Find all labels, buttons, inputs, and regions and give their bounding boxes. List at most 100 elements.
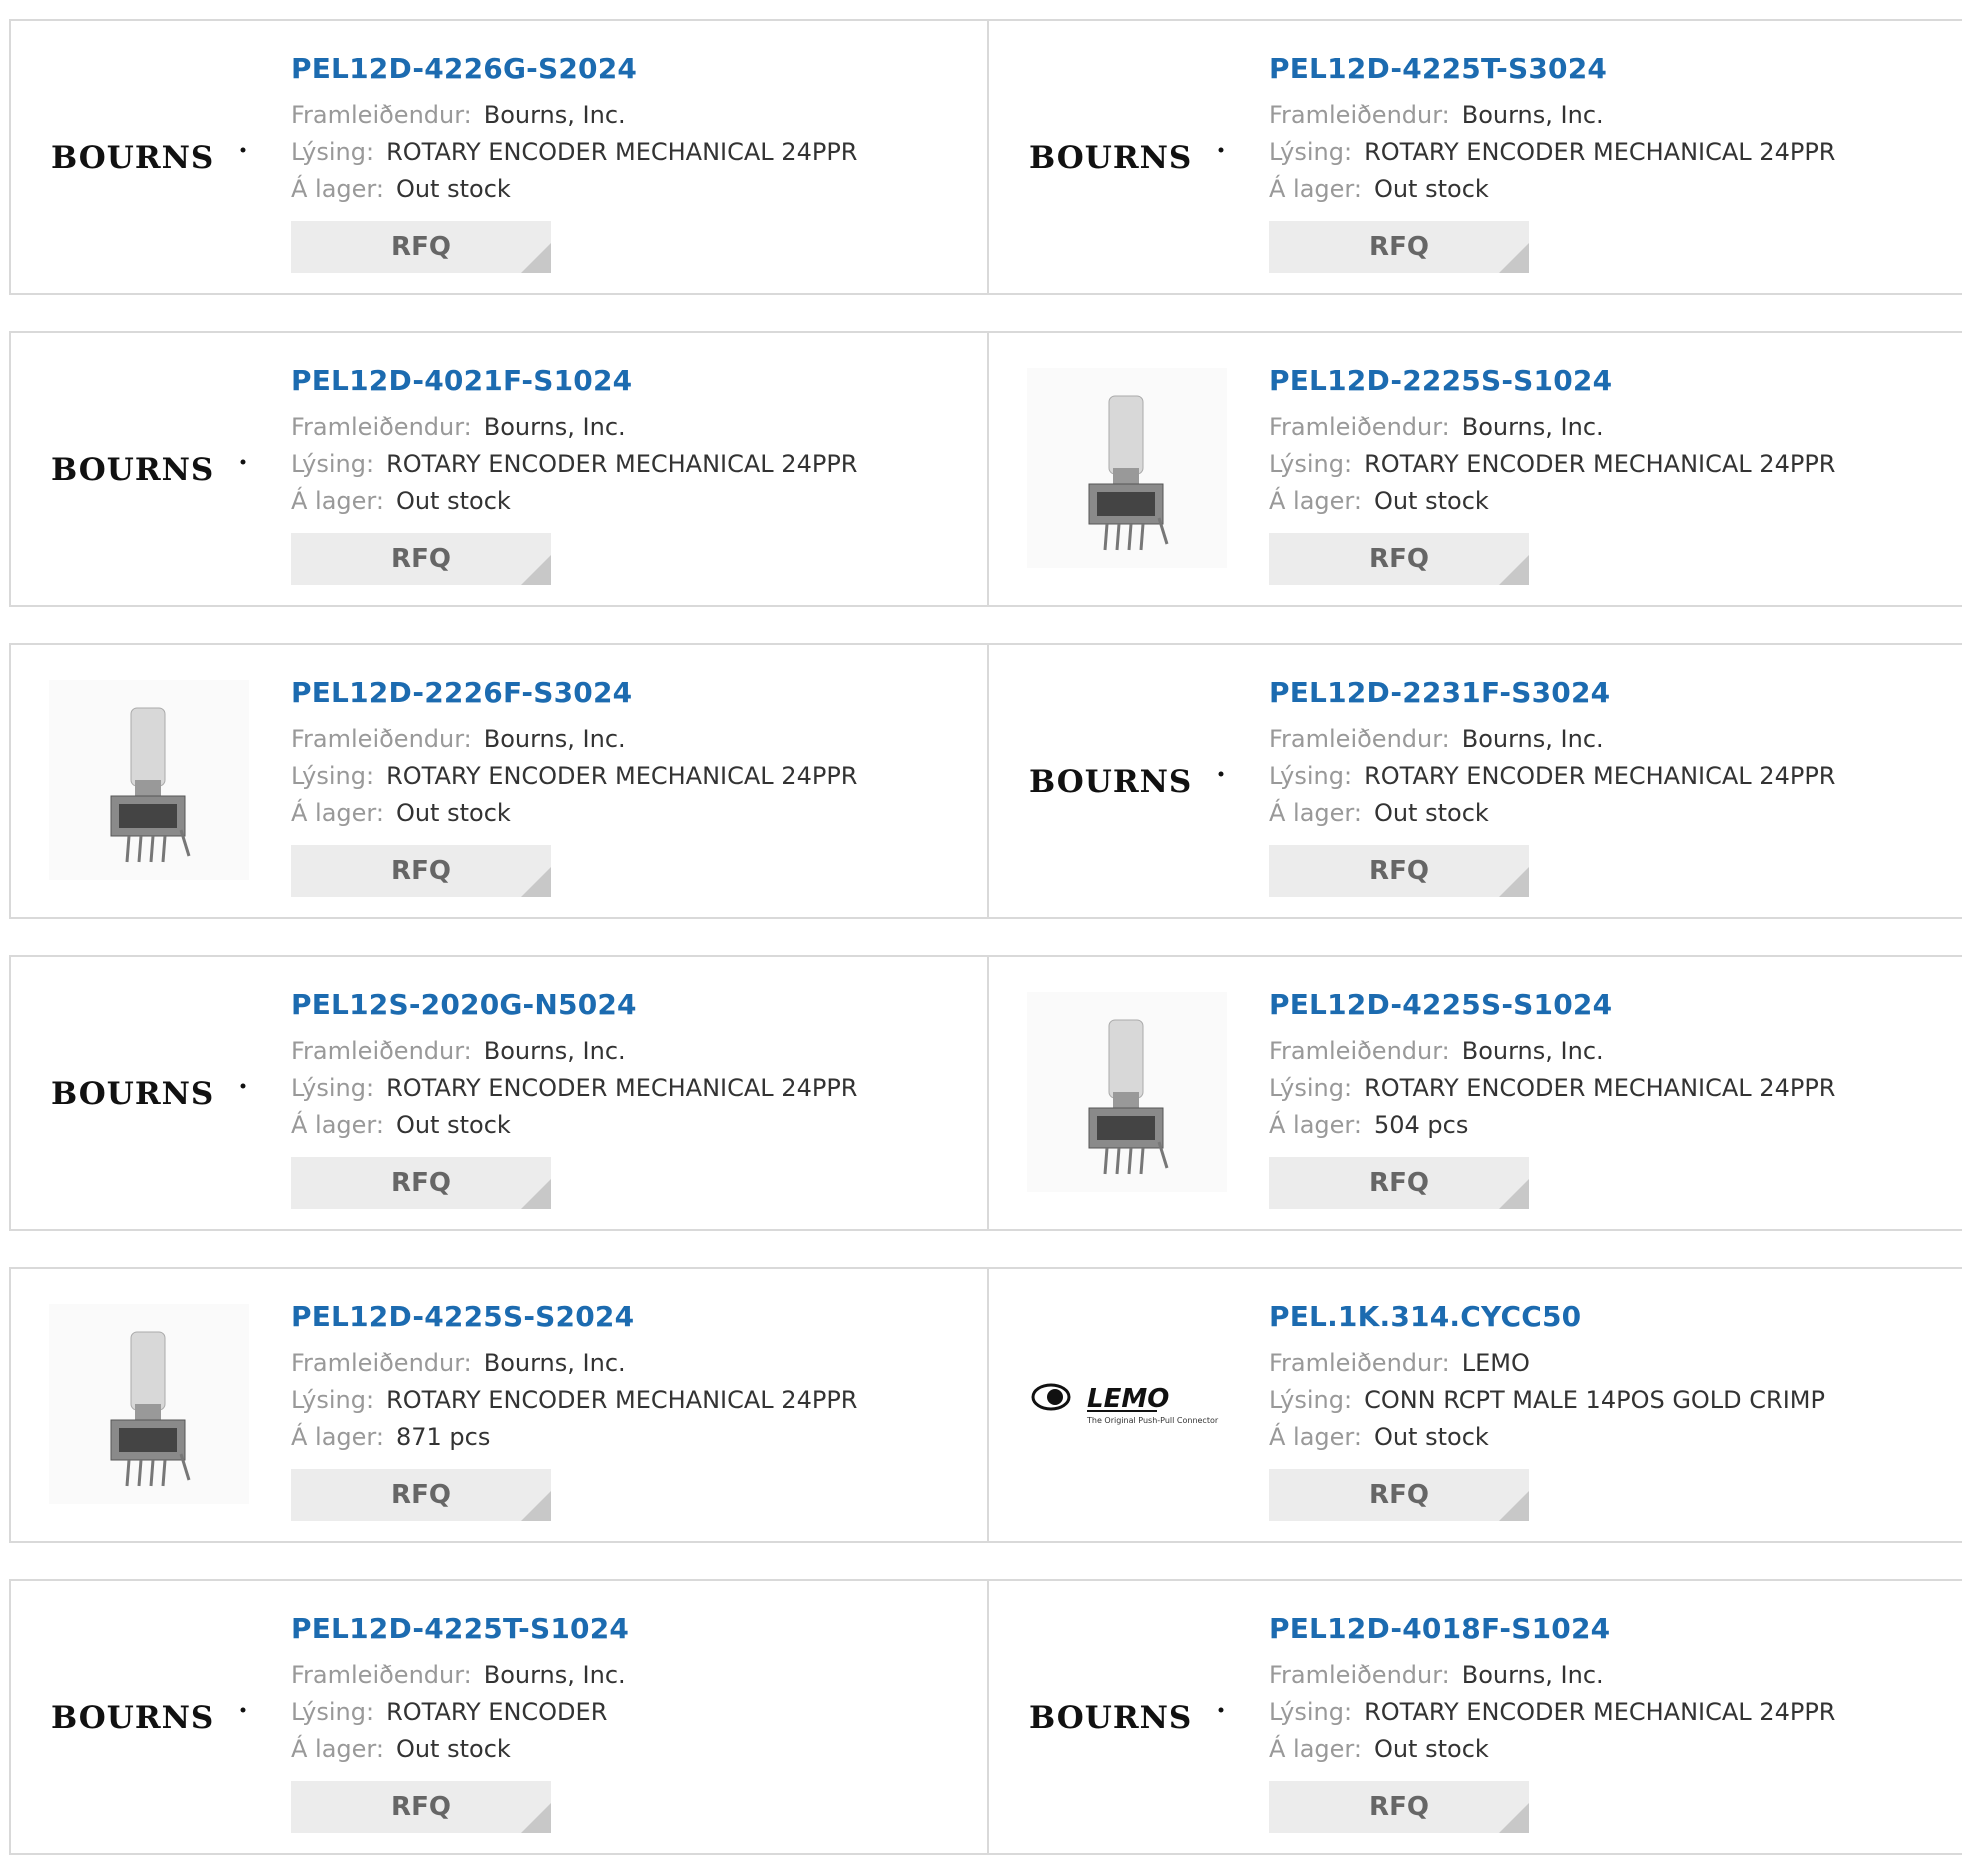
product-thumbnail[interactable] (49, 680, 249, 882)
product-row: PEL12D-4225S-S2024 Framleiðendur: Bourns, … (9, 1267, 1962, 1543)
stock-line: Á lager: Out stock (1269, 1731, 1835, 1768)
rfq-button[interactable]: RFQ (1269, 1469, 1529, 1521)
manufacturer-label: Framleiðendur: (1269, 1037, 1450, 1065)
rfq-button[interactable]: RFQ (291, 1781, 551, 1833)
stock-label: Á lager: (1269, 799, 1362, 827)
product-thumbnail[interactable]: BOURNS (49, 58, 249, 258)
description-label: Lýsing: (1269, 762, 1353, 790)
product-info: PEL12D-4018F-S1024 Framleiðendur: Bourns, … (1269, 1611, 1835, 1768)
bourns-logo: BOURNS (49, 138, 249, 178)
product-thumbnail[interactable] (1027, 368, 1227, 570)
product-thumbnail[interactable] (49, 1304, 249, 1508)
stock-value: Out stock (1373, 487, 1489, 515)
manufacturer-label: Framleiðendur: (1269, 1661, 1450, 1689)
rfq-button[interactable]: RFQ (291, 533, 551, 585)
stock-value: 504 pcs (1373, 1111, 1469, 1139)
description-value: ROTARY ENCODER MECHANICAL 24PPR (1364, 1074, 1836, 1102)
corner-triangle-icon (1499, 555, 1529, 585)
corner-triangle-icon (1499, 243, 1529, 273)
corner-triangle-icon (1499, 1803, 1529, 1833)
manufacturer-value: Bourns, Inc. (1461, 1037, 1604, 1065)
rfq-button-label: RFQ (1369, 856, 1429, 886)
corner-triangle-icon (1499, 1179, 1529, 1209)
rfq-button-label: RFQ (1369, 232, 1429, 262)
part-number-link[interactable]: PEL12D-4018F-S1024 (1269, 1611, 1835, 1647)
product-thumbnail[interactable]: BOURNS (1027, 58, 1227, 258)
manufacturer-value: Bourns, Inc. (483, 1037, 626, 1065)
description-line: Lýsing: ROTARY ENCODER MECHANICAL 24PPR (291, 1382, 857, 1419)
product-thumbnail[interactable]: BOURNS (49, 370, 249, 570)
product-thumbnail[interactable]: BOURNS (1027, 1618, 1227, 1818)
stock-label: Á lager: (1269, 487, 1362, 515)
rfq-button-label: RFQ (391, 1480, 451, 1510)
description-label: Lýsing: (1269, 450, 1353, 478)
lemo-logo: LEMO The Original Push-Pull Connector (1027, 1379, 1227, 1433)
part-number-link[interactable]: PEL12D-4225S-S2024 (291, 1299, 857, 1335)
rfq-button-label: RFQ (391, 856, 451, 886)
manufacturer-label: Framleiðendur: (291, 1661, 472, 1689)
rfq-button[interactable]: RFQ (1269, 1157, 1529, 1209)
description-line: Lýsing: ROTARY ENCODER MECHANICAL 24PPR (291, 1070, 857, 1107)
part-number-link[interactable]: PEL12S-2020G-N5024 (291, 987, 857, 1023)
bourns-logo: BOURNS (49, 450, 249, 490)
part-number-link[interactable]: PEL12D-2231F-S3024 (1269, 675, 1835, 711)
svg-text:BOURNS: BOURNS (1029, 1700, 1192, 1736)
stock-line: Á lager: 871 pcs (291, 1419, 857, 1456)
stock-label: Á lager: (1269, 1111, 1362, 1139)
rfq-button-label: RFQ (1369, 1480, 1429, 1510)
manufacturer-line: Framleiðendur: LEMO (1269, 1345, 1825, 1382)
rfq-button[interactable]: RFQ (1269, 533, 1529, 585)
manufacturer-value: Bourns, Inc. (1461, 101, 1604, 129)
description-value: ROTARY ENCODER MECHANICAL 24PPR (1364, 450, 1836, 478)
manufacturer-line: Framleiðendur: Bourns, Inc. (1269, 409, 1835, 446)
manufacturer-label: Framleiðendur: (1269, 413, 1450, 441)
part-number-link[interactable]: PEL12D-4225T-S3024 (1269, 51, 1835, 87)
product-card: BOURNS PEL12D-4226G-S2024 Framleiðendur: Bo… (11, 21, 989, 293)
description-line: Lýsing: ROTARY ENCODER (291, 1694, 629, 1731)
rotary-encoder-photo (49, 1304, 249, 1508)
manufacturer-label: Framleiðendur: (291, 1037, 472, 1065)
rfq-button[interactable]: RFQ (291, 221, 551, 273)
svg-text:LEMO: LEMO (1087, 1384, 1169, 1414)
description-line: Lýsing: CONN RCPT MALE 14POS GOLD CRIMP (1269, 1382, 1825, 1419)
rfq-button[interactable]: RFQ (291, 845, 551, 897)
description-label: Lýsing: (1269, 1698, 1353, 1726)
corner-triangle-icon (1499, 867, 1529, 897)
product-thumbnail[interactable] (1027, 992, 1227, 1194)
part-number-link[interactable]: PEL.1K.314.CYCC50 (1269, 1299, 1825, 1335)
description-label: Lýsing: (1269, 138, 1353, 166)
stock-label: Á lager: (291, 799, 384, 827)
bourns-logo: BOURNS (49, 1698, 249, 1738)
svg-text:The Original Push-Pull Connect: The Original Push-Pull Connector (1086, 1416, 1219, 1425)
description-value: ROTARY ENCODER MECHANICAL 24PPR (386, 762, 858, 790)
rfq-button[interactable]: RFQ (291, 1157, 551, 1209)
corner-triangle-icon (1499, 1491, 1529, 1521)
part-number-link[interactable]: PEL12D-4021F-S1024 (291, 363, 857, 399)
part-number-link[interactable]: PEL12D-2225S-S1024 (1269, 363, 1835, 399)
part-number-link[interactable]: PEL12D-2226F-S3024 (291, 675, 857, 711)
rfq-button-label: RFQ (1369, 544, 1429, 574)
stock-line: Á lager: Out stock (291, 171, 857, 208)
product-info: PEL12D-2226F-S3024 Framleiðendur: Bourns, … (291, 675, 857, 832)
manufacturer-label: Framleiðendur: (291, 413, 472, 441)
description-value: ROTARY ENCODER MECHANICAL 24PPR (1364, 138, 1836, 166)
product-thumbnail[interactable]: BOURNS (49, 994, 249, 1194)
product-thumbnail[interactable]: BOURNS (49, 1618, 249, 1818)
rfq-button[interactable]: RFQ (1269, 1781, 1529, 1833)
manufacturer-label: Framleiðendur: (1269, 1349, 1450, 1377)
manufacturer-line: Framleiðendur: Bourns, Inc. (1269, 97, 1835, 134)
rfq-button[interactable]: RFQ (1269, 221, 1529, 273)
part-number-link[interactable]: PEL12D-4226G-S2024 (291, 51, 857, 87)
part-number-link[interactable]: PEL12D-4225T-S1024 (291, 1611, 629, 1647)
stock-label: Á lager: (291, 175, 384, 203)
rfq-button[interactable]: RFQ (291, 1469, 551, 1521)
product-info: PEL.1K.314.CYCC50 Framleiðendur: LEMO Lýsin… (1269, 1299, 1825, 1456)
rfq-button[interactable]: RFQ (1269, 845, 1529, 897)
bourns-logo: BOURNS (1027, 1698, 1227, 1738)
product-info: PEL12D-4226G-S2024 Framleiðendur: Bourns, … (291, 51, 857, 208)
stock-label: Á lager: (1269, 175, 1362, 203)
product-thumbnail[interactable]: BOURNS (1027, 682, 1227, 882)
description-line: Lýsing: ROTARY ENCODER MECHANICAL 24PPR (1269, 1070, 1835, 1107)
product-thumbnail[interactable]: LEMO The Original Push-Pull Connector (1027, 1306, 1227, 1506)
part-number-link[interactable]: PEL12D-4225S-S1024 (1269, 987, 1835, 1023)
